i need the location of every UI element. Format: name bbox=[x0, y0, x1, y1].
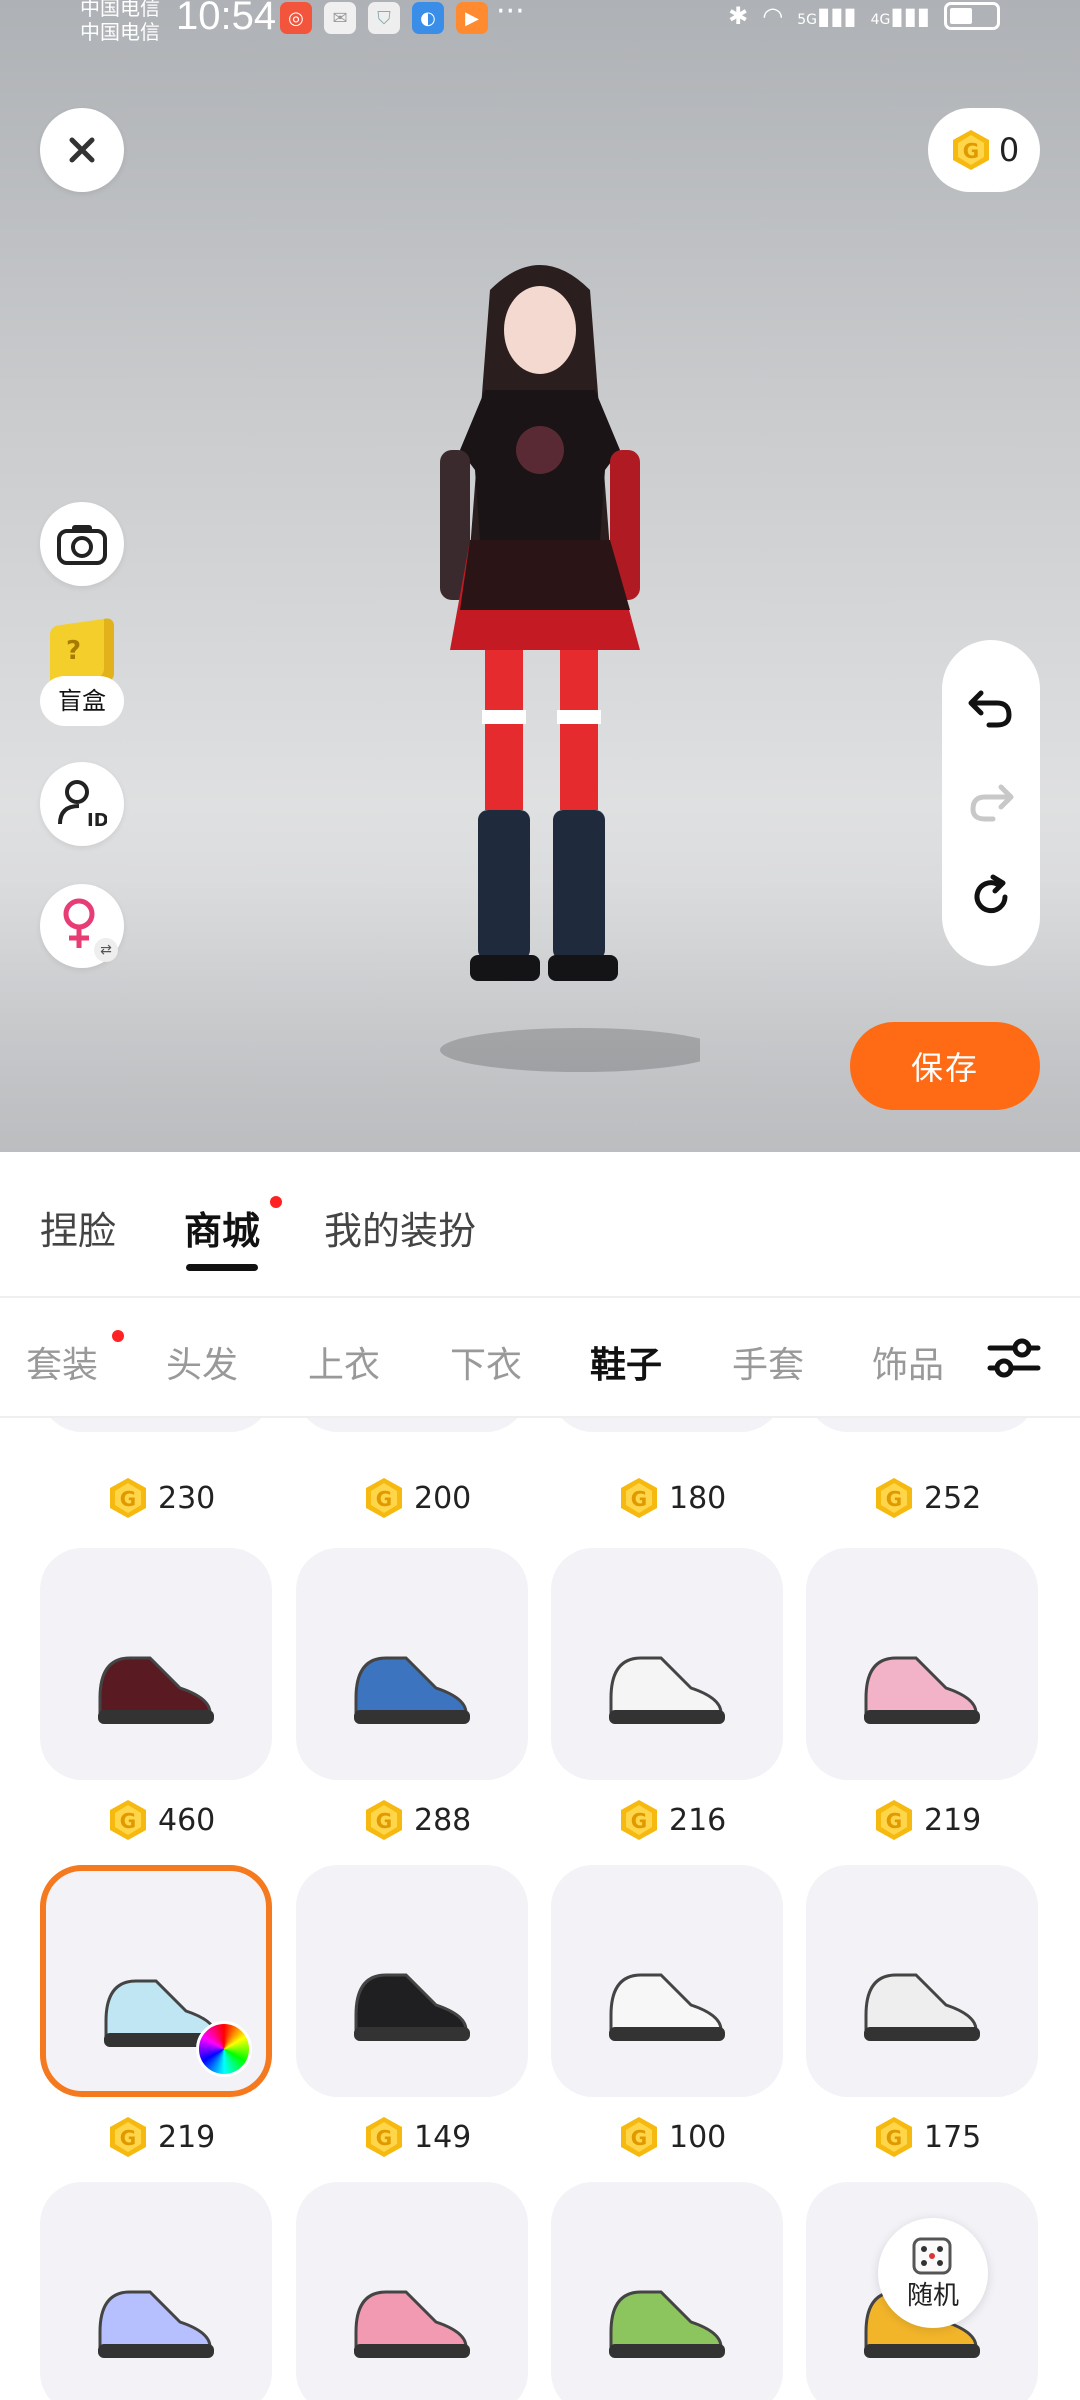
notification-video-icon: ▶ bbox=[456, 2, 488, 34]
swap-icon: ⇄ bbox=[94, 938, 118, 962]
outfit-panel: 捏脸 商城 我的装扮 套装 头发 上衣 下衣 鞋子 手套 饰品 bbox=[0, 1152, 1080, 2400]
close-button[interactable] bbox=[40, 108, 124, 192]
tab-my-outfits[interactable]: 我的装扮 bbox=[324, 1200, 476, 1255]
signal-4g-icon: 4G▮▮▮ bbox=[870, 2, 930, 30]
blind-box-button[interactable]: ? 盲盒 bbox=[40, 617, 124, 730]
camera-icon bbox=[57, 525, 107, 565]
svg-text:ID: ID bbox=[87, 810, 107, 830]
undo-icon[interactable] bbox=[967, 685, 1015, 729]
tab-face[interactable]: 捏脸 bbox=[40, 1200, 116, 1255]
category-tab-shoes[interactable]: 鞋子 bbox=[590, 1336, 662, 1388]
clock: 10:54 bbox=[176, 0, 277, 38]
filter-icon[interactable] bbox=[984, 1328, 1044, 1388]
shop-badge bbox=[270, 1196, 282, 1208]
redo-icon[interactable] bbox=[967, 779, 1015, 823]
reset-icon[interactable] bbox=[967, 873, 1015, 921]
status-bar: 中国电信 中国电信 10:54 ◎ ✉ ⛉ ◐ ▶ ··· ✱ ◠ 5G▮▮▮ … bbox=[0, 0, 1080, 46]
carrier-label: 中国电信 中国电信 bbox=[80, 0, 160, 44]
gender-switch-button[interactable]: ⇄ bbox=[40, 884, 124, 968]
save-button[interactable]: 保存 bbox=[850, 1022, 1040, 1110]
coin-balance[interactable]: G 0 bbox=[928, 108, 1040, 192]
user-id-icon: ID bbox=[58, 780, 107, 830]
tab-shop[interactable]: 商城 bbox=[184, 1200, 260, 1255]
notification-browser-icon: ◐ bbox=[412, 2, 444, 34]
main-tabs: 捏脸 商城 我的装扮 bbox=[0, 1152, 1080, 1298]
blind-box-label: 盲盒 bbox=[40, 676, 124, 726]
carrier-2: 中国电信 bbox=[80, 20, 160, 44]
coin-icon: G bbox=[952, 130, 989, 170]
svg-text:G: G bbox=[963, 139, 979, 163]
notification-shield-icon: ⛉ bbox=[368, 2, 400, 34]
notification-app-icon: ◎ bbox=[280, 2, 312, 34]
random-label: 随机 bbox=[906, 2280, 959, 2311]
suits-badge bbox=[112, 1330, 124, 1342]
dice-icon bbox=[912, 2237, 952, 2274]
bluetooth-icon: ✱ bbox=[728, 2, 749, 30]
camera-button[interactable] bbox=[40, 502, 124, 586]
random-button[interactable]: 随机 bbox=[878, 2218, 988, 2328]
category-tab-accessories[interactable]: 饰品 bbox=[872, 1336, 944, 1388]
category-tab-tops[interactable]: 上衣 bbox=[308, 1336, 380, 1388]
category-tab-suits[interactable]: 套装 bbox=[26, 1336, 98, 1388]
coin-balance-value: 0 bbox=[998, 131, 1020, 169]
avatar-id-button[interactable]: ID bbox=[40, 762, 124, 846]
avatar-model[interactable] bbox=[380, 250, 700, 1090]
battery-icon bbox=[944, 2, 1000, 30]
more-notifications-icon: ··· bbox=[496, 0, 525, 29]
notification-mail-icon: ✉ bbox=[324, 2, 356, 34]
blind-box-glyph: ? bbox=[66, 636, 82, 666]
active-tab-indicator bbox=[186, 1264, 258, 1271]
carrier-1: 中国电信 bbox=[80, 0, 160, 20]
signal-5g-icon: 5G▮▮▮ bbox=[797, 2, 857, 30]
history-controls bbox=[942, 640, 1040, 966]
wifi-icon: ◠ bbox=[762, 2, 784, 30]
category-tabs: 套装 头发 上衣 下衣 鞋子 手套 饰品 bbox=[0, 1298, 1080, 1418]
close-icon bbox=[69, 137, 95, 163]
category-tab-hair[interactable]: 头发 bbox=[166, 1336, 238, 1388]
avatar-preview-scene[interactable]: 中国电信 中国电信 10:54 ◎ ✉ ⛉ ◐ ▶ ··· ✱ ◠ 5G▮▮▮ … bbox=[0, 0, 1080, 1152]
category-tab-gloves[interactable]: 手套 bbox=[732, 1336, 804, 1388]
status-icons: ✱ ◠ 5G▮▮▮ 4G▮▮▮ bbox=[728, 2, 1000, 30]
category-tab-bottoms[interactable]: 下衣 bbox=[450, 1336, 522, 1388]
